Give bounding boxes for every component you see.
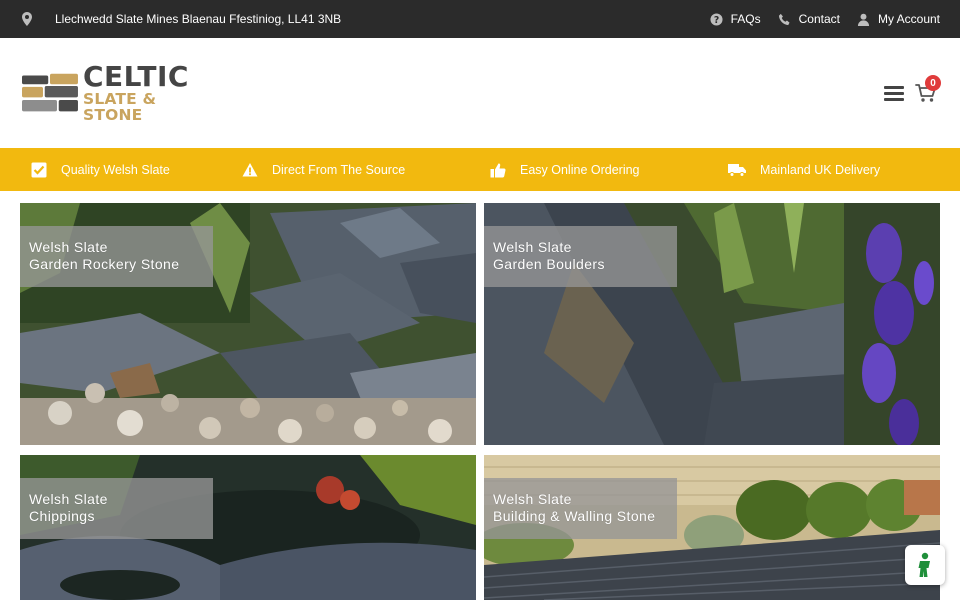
category-tile-chippings[interactable]: Welsh Slate Chippings <box>20 455 476 600</box>
category-tile-rockery-stone[interactable]: Welsh Slate Garden Rockery Stone <box>20 203 476 445</box>
svg-text:?: ? <box>713 14 718 25</box>
feature-delivery: Mainland UK Delivery <box>728 148 880 191</box>
thumbs-up-icon <box>490 163 506 177</box>
site-logo[interactable]: CELTIC SLATE & STONE <box>22 63 204 122</box>
accessibility-button[interactable] <box>905 545 945 585</box>
hamburger-menu-icon[interactable] <box>884 86 904 102</box>
my-account-link[interactable]: My Account <box>857 12 940 26</box>
my-account-label[interactable]: My Account <box>878 12 940 26</box>
truck-icon <box>728 163 746 177</box>
faqs-label[interactable]: FAQs <box>731 12 761 26</box>
tile-label: Welsh Slate Garden Rockery Stone <box>20 226 213 287</box>
address-text: Llechwedd Slate Mines Blaenau Ffestiniog… <box>55 12 342 26</box>
cart-count-badge[interactable]: 0 <box>925 75 941 91</box>
tile-label: Welsh Slate Building & Walling Stone <box>484 478 677 539</box>
logo-stones-icon <box>22 73 78 112</box>
top-bar: Llechwedd Slate Mines Blaenau Ffestiniog… <box>0 0 960 38</box>
faqs-link[interactable]: ? FAQs <box>710 12 761 26</box>
tile-label-line2: Chippings <box>29 508 95 524</box>
feature-ordering-label: Easy Online Ordering <box>520 162 640 177</box>
tile-label-line1: Welsh Slate <box>29 239 108 255</box>
address: Llechwedd Slate Mines Blaenau Ffestiniog… <box>22 0 341 38</box>
tile-label: Welsh Slate Chippings <box>20 478 213 539</box>
contact-label[interactable]: Contact <box>799 12 840 26</box>
map-pin-icon <box>22 12 32 26</box>
feature-source: Direct From The Source <box>242 148 405 191</box>
header: CELTIC SLATE & STONE <box>0 38 960 148</box>
feature-ordering: Easy Online Ordering <box>490 148 640 191</box>
logo-subtitle: SLATE & STONE <box>82 90 157 124</box>
user-icon <box>857 13 870 26</box>
tile-label-line2: Garden Rockery Stone <box>29 256 180 272</box>
logo-title: CELTIC <box>82 60 189 93</box>
feature-source-label: Direct From The Source <box>272 162 406 177</box>
question-circle-icon: ? <box>710 12 723 25</box>
tile-label: Welsh Slate Garden Boulders <box>484 226 677 287</box>
phone-icon <box>778 13 790 25</box>
feature-quality: Quality Welsh Slate <box>31 148 170 191</box>
contact-link[interactable]: Contact <box>778 12 840 26</box>
feature-quality-label: Quality Welsh Slate <box>61 162 170 177</box>
checkbox-icon <box>31 162 47 177</box>
accessibility-icon <box>918 552 930 577</box>
tile-label-line1: Welsh Slate <box>29 491 108 507</box>
tile-label-line2: Garden Boulders <box>493 256 605 272</box>
feature-bar: Quality Welsh Slate Direct From The Sour… <box>0 148 960 191</box>
tile-label-line1: Welsh Slate <box>493 491 572 507</box>
feature-delivery-label: Mainland UK Delivery <box>760 162 881 177</box>
tile-label-line2: Building & Walling Stone <box>493 508 656 524</box>
warning-triangle-icon <box>242 162 258 176</box>
category-tile-building-walling-stone[interactable]: Welsh Slate Building & Walling Stone <box>484 455 940 600</box>
category-tile-garden-boulders[interactable]: Welsh Slate Garden Boulders <box>484 203 940 445</box>
tile-label-line1: Welsh Slate <box>493 239 572 255</box>
